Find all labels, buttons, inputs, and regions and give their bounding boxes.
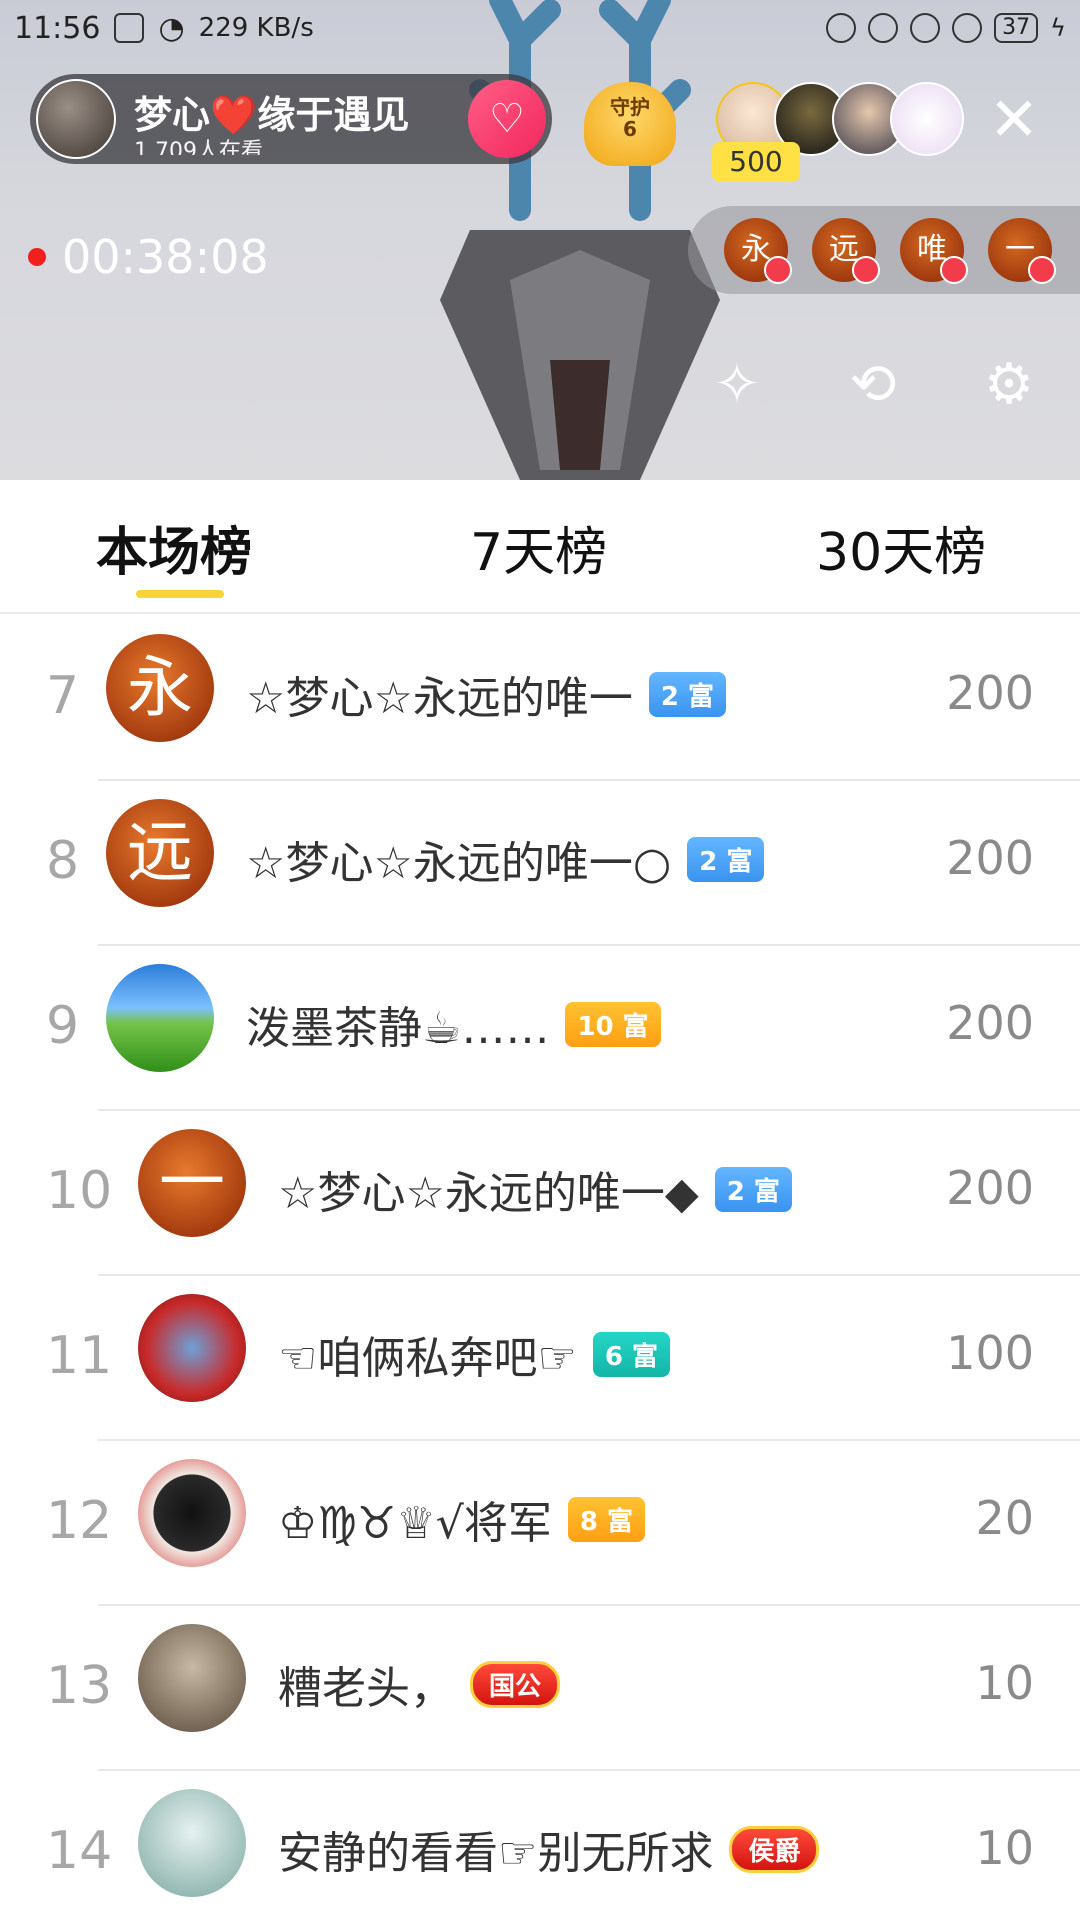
user-avatar[interactable] (138, 1459, 246, 1567)
battery-icon: 37 (994, 13, 1039, 43)
user-avatar[interactable] (138, 1624, 246, 1732)
rank-number: 8 (46, 831, 80, 891)
anchor-avatar[interactable] (36, 79, 116, 159)
user-name: 安静的看看☞别无所求 (278, 1828, 714, 1879)
tab-30-days[interactable]: 30天榜 (816, 510, 986, 585)
wealth-level-badge: 2 富 (687, 836, 765, 882)
viewer-avatar[interactable] (890, 82, 964, 156)
contribution-score: 10 (975, 1821, 1034, 1875)
user-name: ☆梦心☆永远的唯一 (246, 673, 633, 724)
close-icon[interactable]: ✕ (984, 90, 1044, 152)
notification-icon (114, 13, 145, 43)
magic-wand-icon[interactable]: ✧ (700, 348, 774, 422)
user-name: ☆梦心☆永远的唯一○ (246, 838, 672, 889)
user-avatar[interactable] (138, 1294, 246, 1402)
user-name: ☜咱俩私奔吧☞ (278, 1333, 577, 1384)
tab-current-session[interactable]: 本场榜 (96, 510, 252, 585)
rank-number: 10 (46, 1161, 113, 1221)
wealth-level-badge: 6 富 (592, 1331, 671, 1377)
rank-number: 7 (46, 666, 80, 726)
user-name: ☆梦心☆永远的唯一◆ (278, 1168, 699, 1219)
rank-number: 12 (46, 1491, 113, 1551)
ranking-row[interactable]: 9 泼墨茶静☕…… 10 富 200 (0, 946, 1080, 1111)
ranking-row[interactable]: 12 ♔♍♉♕√将军 8 富 20 (0, 1441, 1080, 1606)
contribution-score: 20 (975, 1491, 1034, 1545)
switch-camera-icon[interactable]: ⟲ (836, 348, 910, 422)
ranking-list: 7 永 ☆梦心☆永远的唯一 2 富 200 8 远 ☆梦心☆永远的唯一○ 2 富… (0, 616, 1080, 1920)
ranking-row[interactable]: 11 ☜咱俩私奔吧☞ 6 富 100 (0, 1276, 1080, 1441)
live-timer: 00:38:08 (28, 230, 269, 284)
ranking-tabs: 本场榜 7天榜 30天榜 (0, 480, 1080, 614)
contribution-score: 100 (946, 1326, 1034, 1380)
ranking-row[interactable]: 13 糟老头， 国公 10 (0, 1606, 1080, 1771)
contribution-score: 200 (946, 996, 1034, 1050)
wealth-level-badge: 2 富 (648, 671, 727, 717)
contribution-score: 200 (946, 831, 1034, 885)
fan-seat-avatar[interactable]: 远 (812, 218, 880, 284)
rank-number: 13 (46, 1656, 113, 1716)
fan-seat-avatar[interactable]: 一 (988, 218, 1056, 284)
lock-rotation-icon (868, 13, 899, 43)
wealth-level-badge: 2 富 (714, 1166, 792, 1212)
system-status-bar: 11:56 ◔ 229 KB/s 37 ϟ (0, 0, 1080, 56)
wealth-level-badge: 8 富 (567, 1496, 645, 1542)
anchor-name: 梦心❤️缘于遇见 (134, 92, 410, 137)
alarm-icon (910, 13, 941, 43)
wealth-level-badge: 10 富 (565, 1001, 661, 1047)
contribution-score: 10 (975, 1656, 1034, 1710)
status-time: 11:56 (14, 10, 101, 46)
charging-icon: ϟ (1050, 14, 1066, 42)
contribution-score: 200 (946, 1161, 1034, 1215)
gift-count-badge: 500 (712, 142, 800, 182)
tab-7-days[interactable]: 7天榜 (470, 510, 607, 585)
user-avatar[interactable]: 一 (138, 1129, 246, 1237)
mute-icon (826, 13, 857, 43)
user-avatar[interactable] (106, 964, 214, 1072)
wifi-icon: ◔ (158, 10, 185, 46)
user-name: ♔♍♉♕√将军 (278, 1498, 552, 1549)
ranking-row[interactable]: 8 远 ☆梦心☆永远的唯一○ 2 富 200 (0, 781, 1080, 946)
heart-plus-icon: ♡ (489, 96, 525, 142)
recording-dot-icon (28, 248, 46, 266)
live-video-area[interactable]: 11:56 ◔ 229 KB/s 37 ϟ 梦心❤️缘于遇见 1,709人在看 … (0, 0, 1080, 480)
user-name: 糟老头， (278, 1663, 454, 1714)
ranking-row[interactable]: 14 安静的看看☞别无所求 侯爵 10 (0, 1771, 1080, 1920)
guard-badge[interactable]: 守护 6 (584, 82, 676, 166)
heart-icon: ❤️ (210, 92, 258, 137)
rank-number: 14 (46, 1821, 113, 1881)
ranking-row[interactable]: 10 一 ☆梦心☆永远的唯一◆ 2 富 200 (0, 1111, 1080, 1276)
viewer-count: 1,709人在看 (134, 138, 263, 155)
settings-gear-icon[interactable]: ⚙ (972, 348, 1046, 422)
follow-button[interactable]: ♡ (468, 80, 546, 158)
anchor-info-pill[interactable]: 梦心❤️缘于遇见 1,709人在看 ♡ (30, 74, 552, 164)
fan-seat-strip[interactable]: 永 远 唯 一 (688, 206, 1080, 294)
noble-title-badge: 侯爵 (729, 1825, 820, 1873)
ranking-row[interactable]: 7 永 ☆梦心☆永远的唯一 2 富 200 (0, 616, 1080, 781)
rank-number: 9 (46, 996, 80, 1056)
user-avatar[interactable]: 远 (106, 799, 214, 907)
contribution-score: 200 (946, 666, 1034, 720)
network-speed: 229 KB/s (198, 13, 314, 43)
active-tab-indicator (136, 590, 224, 598)
user-avatar[interactable]: 永 (106, 634, 214, 742)
fan-seat-avatar[interactable]: 永 (724, 218, 792, 284)
noble-title-badge: 国公 (470, 1660, 561, 1708)
user-name: 泼墨茶静☕…… (246, 1003, 550, 1054)
fan-seat-avatar[interactable]: 唯 (900, 218, 968, 284)
headphone-icon (952, 13, 983, 43)
user-avatar[interactable] (138, 1789, 246, 1897)
rank-number: 11 (46, 1326, 113, 1386)
